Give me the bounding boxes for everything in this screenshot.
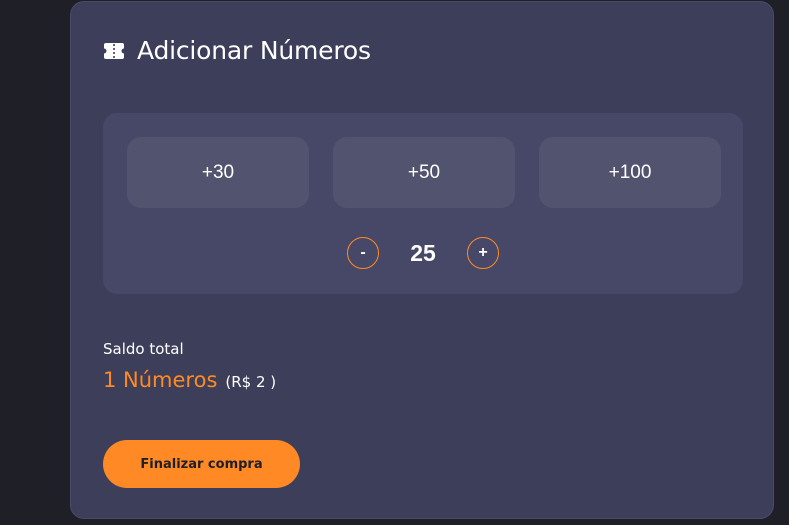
ticket-icon xyxy=(103,42,125,60)
preset-30-button[interactable]: +30 xyxy=(127,137,309,208)
quantity-value: 25 xyxy=(410,239,436,266)
increment-button[interactable]: + xyxy=(467,237,499,269)
total-summary: 1 Números (R$ 2 ) xyxy=(103,368,276,392)
total-numbers: 1 Números xyxy=(103,368,218,392)
preset-row: +30 +50 +100 xyxy=(127,137,721,208)
quantity-panel: +30 +50 +100 - 25 + xyxy=(103,113,743,294)
add-numbers-card: Adicionar Números +30 +50 +100 - 25 + Sa… xyxy=(70,1,774,519)
total-price: (R$ 2 ) xyxy=(225,373,277,391)
quantity-stepper: - 25 + xyxy=(347,237,499,269)
card-header: Adicionar Números xyxy=(103,36,371,65)
preset-100-button[interactable]: +100 xyxy=(539,137,721,208)
preset-50-button[interactable]: +50 xyxy=(333,137,515,208)
finalize-purchase-button[interactable]: Finalizar compra xyxy=(103,440,300,488)
total-label: Saldo total xyxy=(103,340,184,358)
decrement-button[interactable]: - xyxy=(347,237,379,269)
page-title: Adicionar Números xyxy=(137,36,371,65)
